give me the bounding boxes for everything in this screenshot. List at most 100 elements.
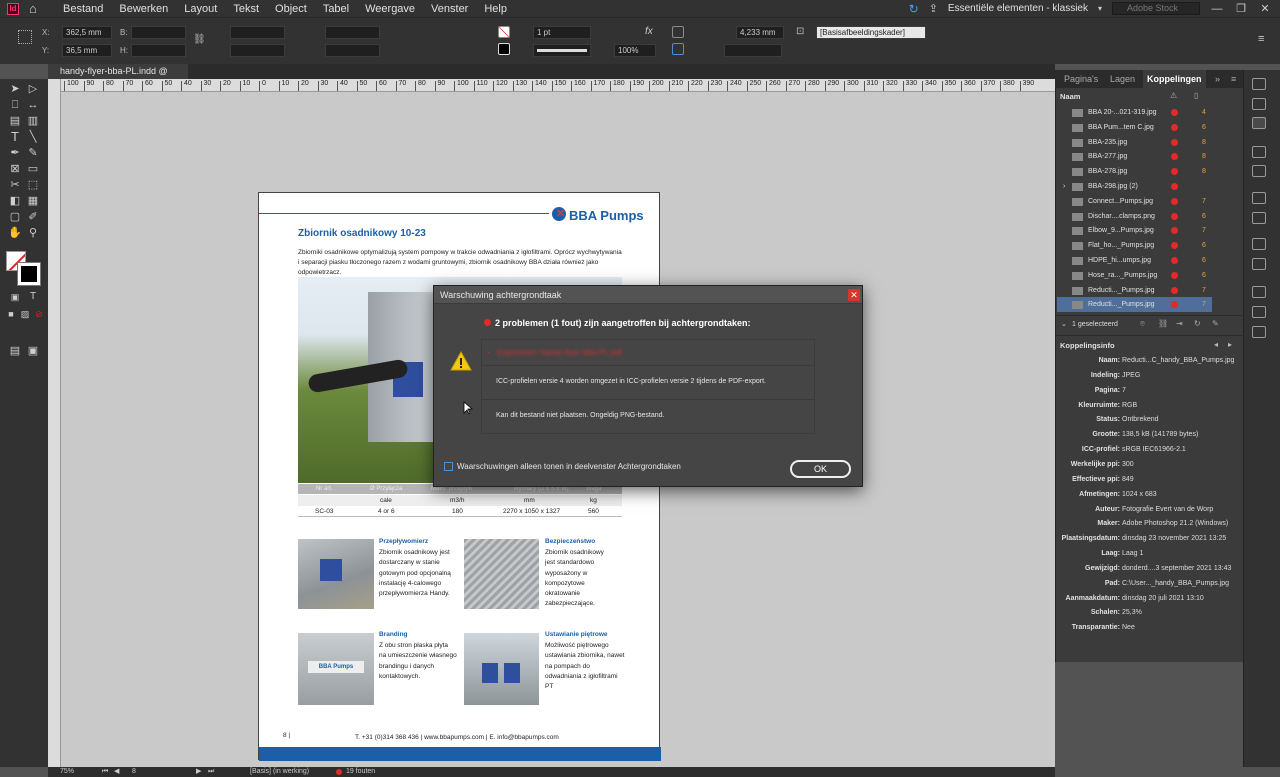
- color-panel-icon[interactable]: [1252, 165, 1266, 177]
- rectangle-frame-tool-icon[interactable]: ⊠: [8, 163, 22, 175]
- link-row[interactable]: Elbow_9...Pumps.jpg 7: [1057, 223, 1212, 238]
- link-row[interactable]: Flat_ho..._Pumps.jpg 6: [1057, 238, 1212, 253]
- first-page-icon[interactable]: ⏮: [102, 767, 108, 777]
- reference-point-icon[interactable]: [18, 30, 32, 44]
- collapse-icon[interactable]: »: [1215, 70, 1220, 88]
- preflight-profile[interactable]: [Basis] (in werking): [250, 767, 309, 777]
- link-row[interactable]: › BBA-298.jpg (2): [1057, 179, 1212, 194]
- stroke-color-icon[interactable]: [17, 262, 41, 286]
- link-row[interactable]: BBA-235.jpg 8: [1057, 135, 1212, 150]
- zoom-tool-icon[interactable]: ⚲: [26, 227, 40, 239]
- link-page[interactable]: 7: [1202, 223, 1206, 238]
- link-page[interactable]: 6: [1202, 120, 1206, 135]
- share-icon[interactable]: ⇪: [929, 2, 938, 15]
- text-wrap-icon[interactable]: [672, 26, 684, 38]
- prev-page-icon[interactable]: ◀: [114, 767, 119, 777]
- formatting-text-icon[interactable]: T: [26, 291, 40, 303]
- goto-link-icon[interactable]: ⇥: [1176, 319, 1183, 328]
- maximize-icon[interactable]: ❐: [1234, 2, 1248, 15]
- empty-select[interactable]: [724, 44, 782, 57]
- cc-libraries-icon[interactable]: [1252, 212, 1266, 224]
- workspace-switcher[interactable]: Essentiële elementen - klassiek: [948, 3, 1088, 14]
- apply-gradient-icon[interactable]: ▨: [18, 308, 32, 320]
- formatting-container-icon[interactable]: ▣: [8, 291, 22, 303]
- width-field[interactable]: [131, 26, 186, 39]
- link-page[interactable]: 6: [1202, 238, 1206, 253]
- menu-weergave[interactable]: Weergave: [357, 3, 423, 15]
- menu-tekst[interactable]: Tekst: [225, 3, 267, 15]
- pencil-tool-icon[interactable]: ✎: [26, 147, 40, 159]
- warning-column-icon[interactable]: ⚠: [1170, 91, 1177, 100]
- zoom-level[interactable]: 75%: [60, 767, 74, 777]
- menu-bestand[interactable]: Bestand: [55, 3, 111, 15]
- tab-lagen[interactable]: Lagen: [1110, 70, 1135, 88]
- object-style-select[interactable]: [Basisafbeeldingskader]: [816, 26, 926, 39]
- link-page[interactable]: 6: [1202, 268, 1206, 283]
- pathfinder-panel-icon[interactable]: [1252, 326, 1266, 338]
- expand-group-icon[interactable]: ›: [1063, 179, 1065, 194]
- link-row[interactable]: HDPE_hi...umps.jpg 6: [1057, 253, 1212, 268]
- link-page[interactable]: 7: [1202, 283, 1206, 298]
- link-page[interactable]: 7: [1202, 194, 1206, 209]
- link-page[interactable]: 8: [1202, 164, 1206, 179]
- menu-layout[interactable]: Layout: [176, 3, 225, 15]
- align-icon[interactable]: [672, 43, 684, 55]
- prev-link-icon[interactable]: ◂: [1214, 340, 1218, 349]
- effects-icon[interactable]: fx: [645, 26, 653, 37]
- tab-koppelingen[interactable]: Koppelingen: [1143, 70, 1206, 88]
- scissors-tool-icon[interactable]: ✂: [8, 179, 22, 191]
- link-page[interactable]: 6: [1202, 253, 1206, 268]
- link-page[interactable]: 7: [1202, 297, 1206, 312]
- layers-panel-icon[interactable]: [1252, 98, 1266, 110]
- error-count[interactable]: 19 fouten: [346, 767, 375, 777]
- apply-none-icon[interactable]: ⊘: [32, 308, 46, 320]
- shear-field[interactable]: [325, 44, 380, 57]
- link-row[interactable]: Dischar....clamps.png 6: [1057, 209, 1212, 224]
- dialog-close-button[interactable]: ✕: [848, 289, 860, 301]
- menu-tabel[interactable]: Tabel: [315, 3, 357, 15]
- page-tool-icon[interactable]: ⎕: [8, 99, 22, 111]
- link-row[interactable]: Connect...Pumps.jpg 7: [1057, 194, 1212, 209]
- align-panel-icon[interactable]: [1252, 306, 1266, 318]
- link-row[interactable]: Hose_ra..._Pumps.jpg 6: [1057, 268, 1212, 283]
- pen-tool-icon[interactable]: ✒: [8, 147, 22, 159]
- minimize-icon[interactable]: —: [1210, 3, 1224, 15]
- height-field[interactable]: [131, 44, 186, 57]
- stroke-swatch-icon[interactable]: [498, 43, 510, 55]
- pages-panel-icon[interactable]: [1252, 78, 1266, 90]
- stroke-panel-icon[interactable]: [1252, 146, 1266, 158]
- gap-tool-icon[interactable]: ↔: [26, 99, 40, 111]
- character-panel-icon[interactable]: [1252, 238, 1266, 250]
- link-row[interactable]: Reducti..._Pumps.jpg 7: [1057, 283, 1212, 298]
- link-page[interactable]: 6: [1202, 209, 1206, 224]
- link-page[interactable]: 8: [1202, 149, 1206, 164]
- link-page[interactable]: 8: [1202, 135, 1206, 150]
- stroke-weight-field[interactable]: 1 pt: [533, 26, 591, 39]
- update-link-icon[interactable]: ↻: [1194, 319, 1201, 328]
- page-field[interactable]: 8: [132, 767, 136, 777]
- menu-help[interactable]: Help: [476, 3, 515, 15]
- document-tab[interactable]: handy-flyer-bba-PL.indd @ 75%✕: [48, 64, 188, 91]
- next-link-icon[interactable]: ▸: [1228, 340, 1232, 349]
- y-field[interactable]: 36,5 mm: [62, 44, 112, 57]
- type-tool-icon[interactable]: T: [8, 130, 22, 143]
- text-wrap-panel-icon[interactable]: [1252, 286, 1266, 298]
- gradient-feather-icon[interactable]: ▦: [26, 195, 40, 207]
- tab-paginas[interactable]: Pagina's: [1064, 70, 1098, 88]
- link-row[interactable]: Reducti..._Pumps.jpg 7: [1057, 297, 1212, 313]
- column-header-name[interactable]: Naam: [1060, 92, 1080, 101]
- direct-selection-tool-icon[interactable]: ▷: [26, 83, 40, 95]
- line-tool-icon[interactable]: ╲: [26, 131, 40, 143]
- horizontal-ruler[interactable]: 100 90 80 70 60 50 40 30 20 10 0 10 20 30 40 50 60 70 80 90…: [61, 79, 1055, 92]
- warnings-only-checkbox[interactable]: [444, 462, 453, 471]
- content-placer-icon[interactable]: ▥: [26, 115, 40, 127]
- home-icon[interactable]: ⌂: [29, 1, 43, 16]
- link-row[interactable]: BBA-278.jpg 8: [1057, 164, 1212, 179]
- stock-search-input[interactable]: Adobe Stock: [1112, 2, 1200, 15]
- x-field[interactable]: 362,5 mm: [62, 26, 112, 39]
- scale-y-field[interactable]: [230, 44, 285, 57]
- link-info-title[interactable]: Koppelingsinfo: [1060, 341, 1115, 350]
- edit-original-icon[interactable]: ✎: [1212, 319, 1219, 328]
- free-transform-tool-icon[interactable]: ⬚: [26, 179, 40, 191]
- dimension-field[interactable]: 4,233 mm: [736, 26, 784, 39]
